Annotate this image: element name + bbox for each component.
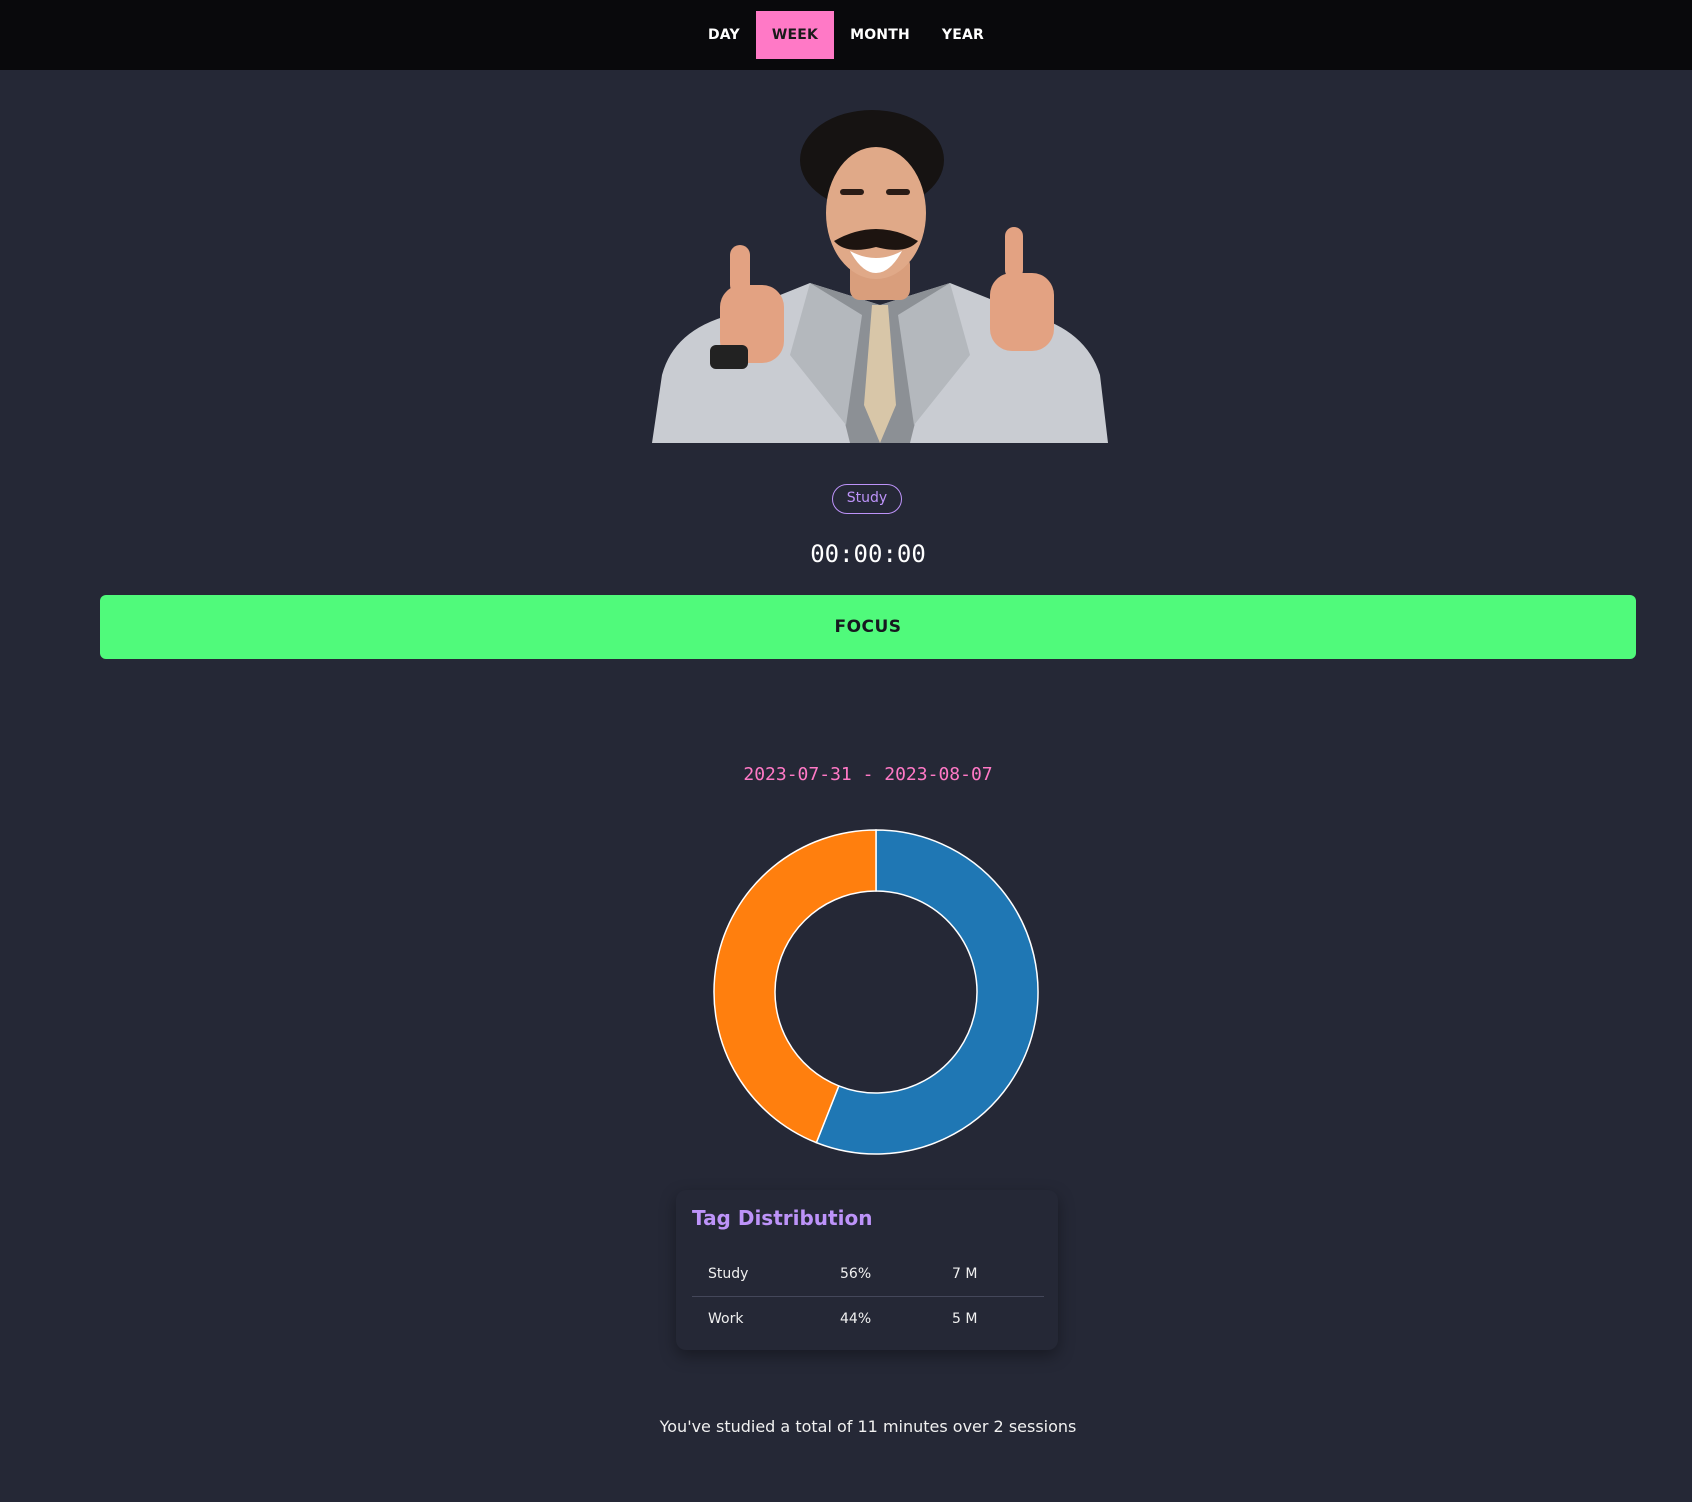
table-row: Work 44% 5 M: [692, 1297, 1044, 1342]
top-nav-bar: DAY WEEK MONTH YEAR: [0, 0, 1692, 70]
tab-week[interactable]: WEEK: [755, 11, 835, 59]
tag-name: Study: [692, 1252, 824, 1297]
tag-distribution-title: Tag Distribution: [692, 1206, 873, 1230]
tag-duration: 5 M: [952, 1311, 978, 1327]
tag-distribution-card: Tag Distribution Study 56% 7 M Work 44% …: [676, 1190, 1058, 1350]
tab-day[interactable]: DAY: [692, 11, 756, 59]
date-range: 2023-07-31 - 2023-08-07: [743, 764, 993, 785]
table-row: Study 56% 7 M: [692, 1252, 1044, 1297]
period-tabs: DAY WEEK MONTH YEAR: [692, 11, 1000, 59]
tag-duration: 7 M: [936, 1252, 1044, 1297]
tag-distribution-table: Study 56% 7 M Work 44% 5 M: [692, 1252, 1044, 1341]
tab-month[interactable]: MONTH: [834, 11, 926, 59]
tag-name: Work: [708, 1311, 744, 1327]
tag-percent: 44%: [840, 1311, 872, 1327]
timer-display: 00:00:00: [810, 540, 926, 568]
active-tag-pill[interactable]: Study: [832, 484, 902, 514]
tab-year[interactable]: YEAR: [926, 11, 1000, 59]
thumbs-up-character-image: [652, 110, 1108, 443]
focus-button[interactable]: FOCUS: [100, 595, 1636, 659]
tag-donut-chart: [713, 829, 1039, 1155]
study-summary: You've studied a total of 11 minutes ove…: [659, 1417, 1077, 1436]
tag-percent: 56%: [824, 1252, 936, 1297]
